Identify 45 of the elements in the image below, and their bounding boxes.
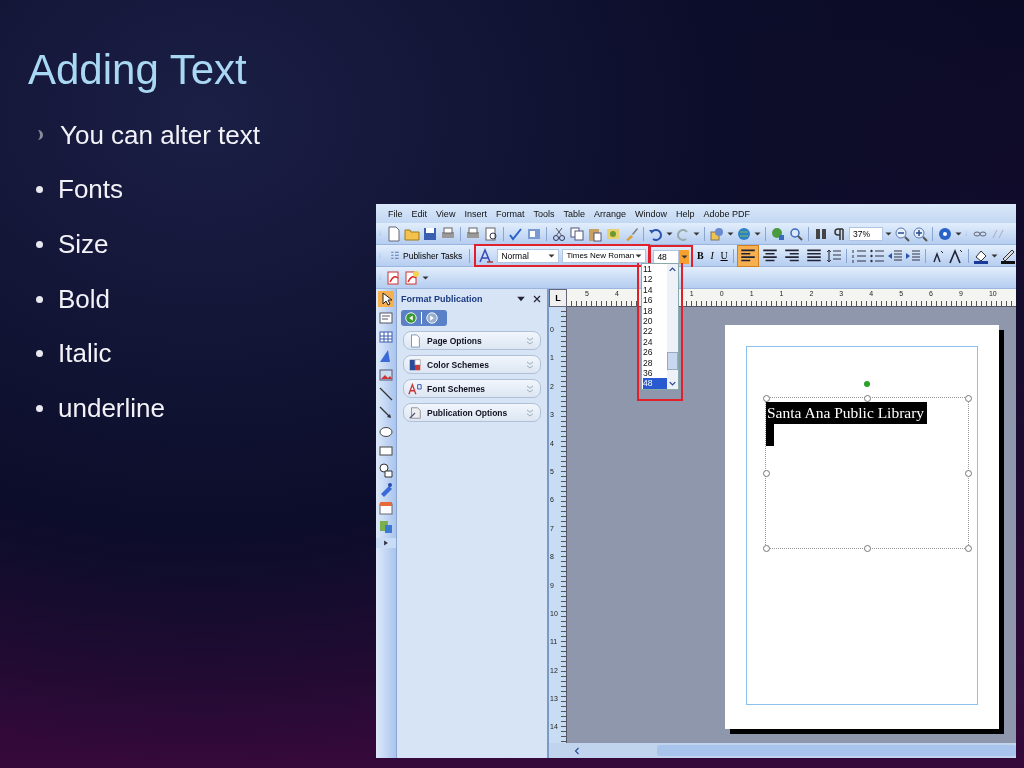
list-option[interactable]: 16 xyxy=(643,295,667,306)
bullet-text: Size xyxy=(58,229,109,260)
bullet-text: You can alter text xyxy=(60,119,260,151)
menu-item[interactable]: Help xyxy=(676,208,695,219)
pane-section-button[interactable]: Publication Options xyxy=(403,403,541,422)
menu-item[interactable]: Table xyxy=(563,208,585,219)
bullet-text: Fonts xyxy=(58,174,124,206)
menu-item[interactable]: Format xyxy=(495,208,525,219)
pane-section-button[interactable]: Color Schemes xyxy=(403,355,541,374)
slide-title: Adding Text xyxy=(28,45,248,95)
menu-item[interactable]: Tools xyxy=(533,208,555,219)
list-option[interactable]: 14 xyxy=(643,284,667,296)
list-option[interactable]: 18 xyxy=(643,305,667,317)
menu-item[interactable]: Adobe PDF xyxy=(703,208,751,219)
menu-item[interactable]: View xyxy=(436,208,456,219)
menu-item[interactable]: Window xyxy=(635,208,667,219)
list-option[interactable]: 48 xyxy=(643,378,667,389)
menu-item[interactable]: Arrange xyxy=(593,208,626,219)
list-option[interactable]: 24 xyxy=(643,336,667,348)
list-option[interactable]: 28 xyxy=(643,357,667,369)
pane-section-button[interactable]: Font Schemes xyxy=(403,379,541,398)
italic-button[interactable]: I xyxy=(707,250,718,261)
menu-item[interactable]: Insert xyxy=(464,208,487,219)
pane-section-button[interactable]: Page Options xyxy=(403,331,541,350)
menu-item[interactable]: Edit xyxy=(411,208,428,219)
font-dropdown[interactable]: Times New Roman xyxy=(562,248,647,263)
publisher-tasks-button[interactable]: Publisher Tasks xyxy=(386,248,466,263)
underline-button[interactable]: U xyxy=(719,250,729,261)
list-option[interactable]: 12 xyxy=(643,274,667,285)
bold-button[interactable]: B xyxy=(695,250,706,261)
selected-text: Santa Ana Public Library xyxy=(766,402,928,424)
pane-title: Format Publication xyxy=(401,294,484,304)
zoom-field[interactable]: 37% xyxy=(849,226,883,241)
bullet-text: underline xyxy=(58,392,165,424)
list-option[interactable]: 26 xyxy=(643,347,667,358)
list-option[interactable]: 11 xyxy=(643,264,667,275)
menu-item[interactable]: File xyxy=(388,208,403,219)
bullet-text: Bold xyxy=(58,283,111,315)
ruler-corner[interactable]: L xyxy=(549,289,567,307)
font-size-field[interactable]: 48 xyxy=(653,249,680,264)
bullet-text: Italic xyxy=(58,338,112,370)
list-option[interactable]: 20 xyxy=(643,316,667,327)
list-option[interactable]: 36 xyxy=(643,368,667,379)
list-option[interactable]: 22 xyxy=(643,326,667,337)
style-dropdown[interactable]: Normal xyxy=(497,248,560,263)
